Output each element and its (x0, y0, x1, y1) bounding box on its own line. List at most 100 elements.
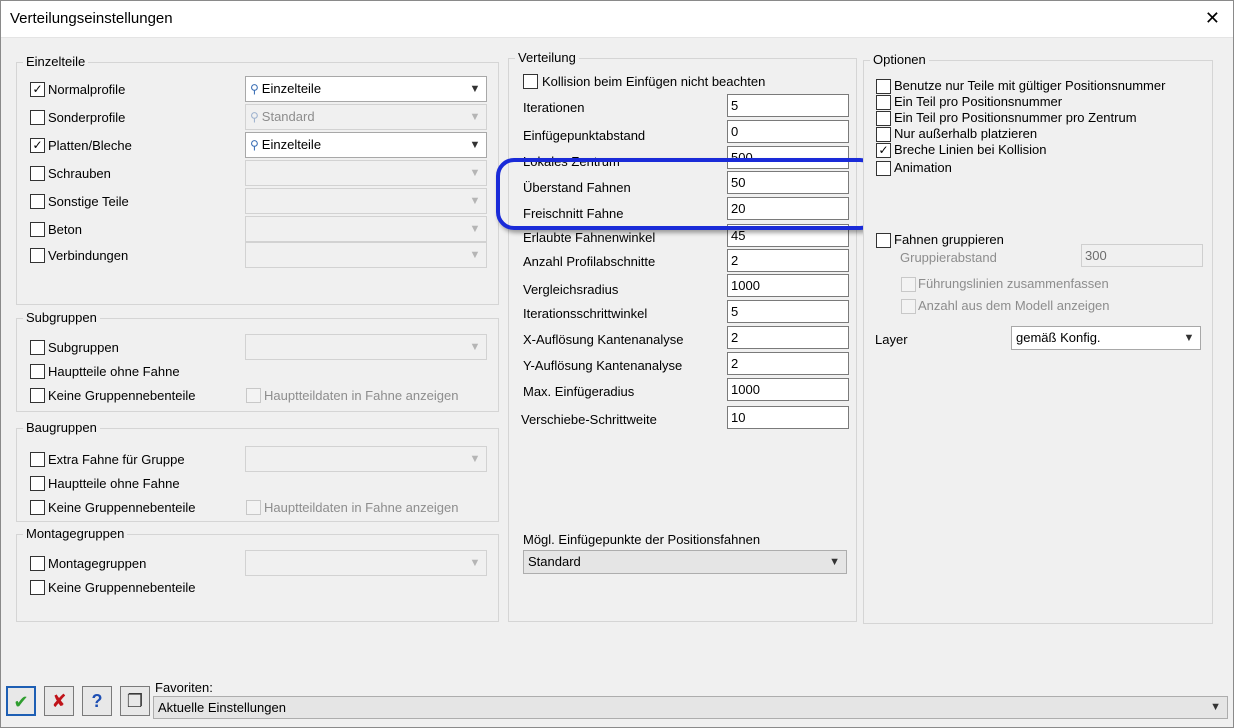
checkmark-icon: ✔ (13, 692, 29, 712)
einzelteile-title: Einzelteile (23, 54, 89, 69)
einfuegepunkte-label: Mögl. Einfügepunkte der Positionsfahnen (523, 532, 761, 547)
sonderprofile-label: Sonderprofile (48, 110, 126, 125)
chevron-down-icon: ▼ (469, 557, 481, 569)
normalprofile-checkbox[interactable]: ✓ (30, 82, 45, 97)
option-label: Ein Teil pro Positionsnummer (894, 94, 1063, 109)
option-label: Ein Teil pro Positionsnummer pro Zentrum (894, 110, 1137, 125)
chevron-down-icon: ▼ (469, 139, 481, 151)
param-label: Iterationen (523, 100, 585, 115)
param-label: Y-Auflösung Kantenanalyse (523, 358, 683, 373)
chevron-down-icon: ▼ (469, 453, 481, 465)
sub-keine-label: Keine Gruppennebenteile (48, 388, 196, 403)
param-label: Erlaubte Fahnenwinkel (523, 230, 656, 245)
fuehrungslinien-label: Führungslinien zusammenfassen (918, 276, 1109, 291)
verteilung-title: Verteilung (515, 50, 579, 65)
normalprofile-label: Normalprofile (48, 82, 126, 97)
close-icon[interactable]: ✕ (1205, 8, 1220, 29)
baugruppen-combo: ▼ (245, 446, 487, 472)
montagegruppen-combo: ▼ (245, 550, 487, 576)
platten-bleche-checkbox[interactable]: ✓ (30, 138, 45, 153)
sonstige-teile-checkbox[interactable] (30, 194, 45, 209)
option-checkbox-breche-linien[interactable]: ✓ (876, 143, 891, 158)
layer-dropdown[interactable]: gemäß Konfig. ▼ (1011, 326, 1201, 350)
param-label: Max. Einfügeradius (523, 384, 635, 399)
schrauben-label: Schrauben (48, 166, 111, 181)
subgruppen-title: Subgruppen (23, 310, 100, 325)
param-label: Iterationsschrittwinkel (523, 306, 648, 321)
chevron-down-icon: ▼ (1183, 332, 1195, 344)
param-label: Verschiebe-Schrittweite (521, 412, 657, 427)
option-checkbox-ein-teil[interactable] (876, 95, 891, 110)
subgruppen-combo: ▼ (245, 334, 487, 360)
option-checkbox-positionsnummer[interactable] (876, 79, 891, 94)
einfuegepunkte-dropdown[interactable]: Standard ▼ (523, 550, 847, 574)
favoriten-label: Favoriten: (155, 680, 213, 695)
sub-hauptteildaten-checkbox (246, 388, 261, 403)
cancel-button[interactable]: ✘ (44, 686, 74, 716)
montagegruppen-checkbox[interactable] (30, 556, 45, 571)
bau-hauptteildaten-label: Hauptteildaten in Fahne anzeigen (264, 500, 459, 515)
verbindungen-checkbox[interactable] (30, 248, 45, 263)
option-checkbox-ein-teil-zentrum[interactable] (876, 111, 891, 126)
extra-fahne-label: Extra Fahne für Gruppe (48, 452, 185, 467)
ok-button[interactable]: ✔ (6, 686, 36, 716)
vergleichsradius-input[interactable]: 1000 (727, 274, 849, 297)
bau-keine-checkbox[interactable] (30, 500, 45, 515)
kollision-checkbox[interactable] (523, 74, 538, 89)
iterationen-input[interactable]: 5 (727, 94, 849, 117)
chevron-down-icon: ▼ (829, 556, 840, 568)
chevron-down-icon: ▼ (469, 341, 481, 353)
fahnen-gruppieren-label: Fahnen gruppieren (894, 232, 1004, 247)
subgruppen-checkbox[interactable] (30, 340, 45, 355)
chevron-down-icon: ▼ (469, 167, 481, 179)
anzahl-modell-label: Anzahl aus dem Modell anzeigen (918, 298, 1110, 313)
param-label: X-Auflösung Kantenanalyse (523, 332, 684, 347)
favoriten-dropdown[interactable]: Aktuelle Einstellungen ▼ (153, 696, 1228, 719)
y-aufloesung-input[interactable]: 2 (727, 352, 849, 375)
baugruppen-title: Baugruppen (23, 420, 100, 435)
beton-checkbox[interactable] (30, 222, 45, 237)
bau-keine-label: Keine Gruppennebenteile (48, 500, 196, 515)
x-aufloesung-input[interactable]: 2 (727, 326, 849, 349)
extra-fahne-checkbox[interactable] (30, 452, 45, 467)
verschiebe-schrittweite-input[interactable]: 10 (727, 406, 849, 429)
copy-settings-button[interactable]: ❐ (120, 686, 150, 716)
pin-icon: ⚲ (250, 110, 259, 124)
chevron-down-icon: ▼ (1210, 701, 1221, 713)
verbindungen-combo: ▼ (245, 242, 487, 268)
sub-keine-checkbox[interactable] (30, 388, 45, 403)
param-label: Anzahl Profilabschnitte (523, 254, 656, 269)
platten-bleche-label: Platten/Bleche (48, 138, 132, 153)
option-checkbox-ausserhalb[interactable] (876, 127, 891, 142)
platten-bleche-combo[interactable]: ⚲ Einzelteile ▼ (245, 132, 487, 158)
einfuegepunktabstand-input[interactable]: 0 (727, 120, 849, 143)
sonderprofile-checkbox[interactable] (30, 110, 45, 125)
mont-keine-checkbox[interactable] (30, 580, 45, 595)
normalprofile-combo[interactable]: ⚲ Einzelteile ▼ (245, 76, 487, 102)
help-button[interactable]: ? (82, 686, 112, 716)
chevron-down-icon: ▼ (469, 223, 481, 235)
bau-hauptteile-checkbox[interactable] (30, 476, 45, 491)
anzahl-profilabschnitte-input[interactable]: 2 (727, 249, 849, 272)
montagegruppen-title: Montagegruppen (23, 526, 128, 541)
anzahl-modell-checkbox (901, 299, 916, 314)
option-checkbox-animation[interactable] (876, 161, 891, 176)
bau-hauptteile-label: Hauptteile ohne Fahne (48, 476, 180, 491)
chevron-down-icon: ▼ (469, 83, 481, 95)
chevron-down-icon: ▼ (469, 111, 481, 123)
schrauben-checkbox[interactable] (30, 166, 45, 181)
fuehrungslinien-checkbox (901, 277, 916, 292)
pin-icon: ⚲ (250, 138, 259, 152)
sub-hauptteile-label: Hauptteile ohne Fahne (48, 364, 180, 379)
option-label: Breche Linien bei Kollision (894, 142, 1047, 157)
fahnen-gruppieren-checkbox[interactable] (876, 233, 891, 248)
iterationsschrittwinkel-input[interactable]: 5 (727, 300, 849, 323)
montagegruppen-label: Montagegruppen (48, 556, 147, 571)
sonstige-teile-combo: ▼ (245, 188, 487, 214)
max-einfuegeradius-input[interactable]: 1000 (727, 378, 849, 401)
sub-hauptteile-checkbox[interactable] (30, 364, 45, 379)
param-label: Einfügepunktabstand (523, 128, 646, 143)
montagegruppen-group: Montagegruppen (16, 526, 499, 622)
schrauben-combo: ▼ (245, 160, 487, 186)
help-icon: ? (91, 691, 103, 711)
